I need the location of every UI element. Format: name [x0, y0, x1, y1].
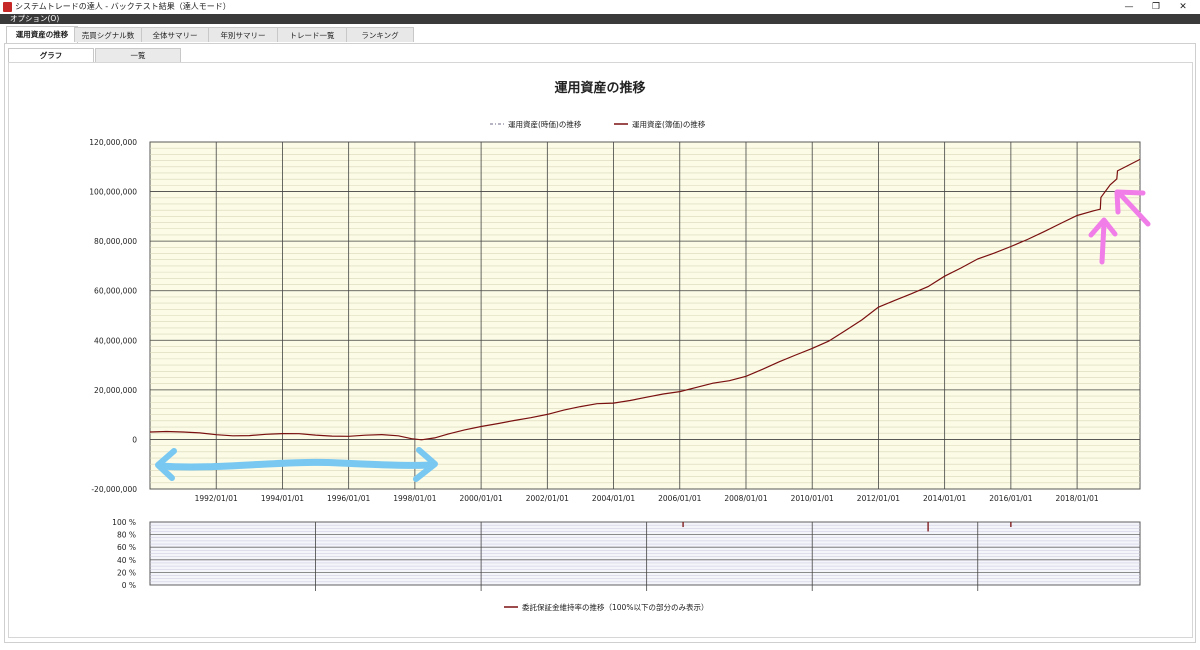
- y-tick-label: 60,000,000: [94, 287, 137, 296]
- y-tick-label: 20,000,000: [94, 386, 137, 395]
- x-tick-label: 2016/01/01: [989, 494, 1032, 503]
- x-tick-label: 2012/01/01: [857, 494, 900, 503]
- margin-y-tick-label: 80 %: [117, 531, 136, 540]
- margin-y-tick-label: 60 %: [117, 543, 136, 552]
- y-tick-label: 120,000,000: [89, 138, 137, 147]
- x-tick-label: 1998/01/01: [393, 494, 436, 503]
- x-tick-label: 1996/01/01: [327, 494, 370, 503]
- y-tick-label: 40,000,000: [94, 336, 137, 345]
- margin-y-tick-label: 40 %: [117, 556, 136, 565]
- y-tick-label: 0: [132, 435, 137, 444]
- x-tick-label: 2010/01/01: [791, 494, 834, 503]
- x-tick-label: 2006/01/01: [658, 494, 701, 503]
- x-tick-label: 2014/01/01: [923, 494, 966, 503]
- x-tick-label: 1994/01/01: [261, 494, 304, 503]
- margin-y-tick-label: 0 %: [122, 581, 136, 590]
- margin-legend: 委託保証金維持率の推移（100%以下の部分のみ表示）: [504, 602, 708, 612]
- y-tick-label: -20,000,000: [91, 485, 137, 494]
- x-tick-label: 2002/01/01: [526, 494, 569, 503]
- y-tick-label: 100,000,000: [89, 188, 137, 197]
- y-tick-label: 80,000,000: [94, 237, 137, 246]
- x-tick-label: 2000/01/01: [459, 494, 502, 503]
- margin-y-tick-label: 100 %: [112, 518, 136, 527]
- x-tick-label: 2004/01/01: [592, 494, 635, 503]
- chart-title: 運用資産の推移: [554, 80, 645, 96]
- margin-y-tick-label: 20 %: [117, 568, 136, 577]
- x-tick-label: 1992/01/01: [195, 494, 238, 503]
- x-tick-label: 2018/01/01: [1055, 494, 1098, 503]
- margin-plot-area: 100 % 80 % 60 % 40 % 20 % 0 %: [112, 518, 1141, 591]
- asset-charts: 運用資産の推移 運用資産(時価)の推移 運用資産(簿価)の推移 120,000,…: [89, 80, 1151, 612]
- x-tick-label: 2008/01/01: [724, 494, 767, 503]
- main-legend: 運用資産(時価)の推移 運用資産(簿価)の推移: [490, 119, 706, 129]
- legend-book-label: 運用資産(簿価)の推移: [632, 119, 706, 129]
- main-plot-area: 120,000,000 100,000,000 80,000,000 60,000,0…: [89, 138, 1141, 503]
- legend-market-label: 運用資産(時価)の推移: [508, 119, 582, 129]
- legend-margin-label: 委託保証金維持率の推移（100%以下の部分のみ表示）: [522, 602, 708, 612]
